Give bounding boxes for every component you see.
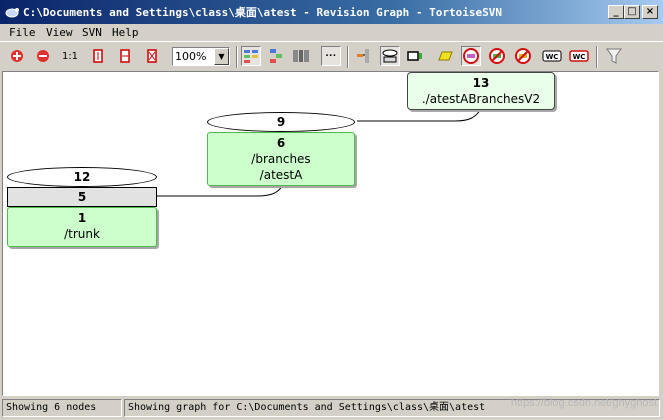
filter-renamed-button[interactable] (487, 46, 507, 66)
revision-graph-canvas[interactable]: 13 ./atestABranchesV2 9 6 /branches /ate… (2, 71, 659, 396)
funnel-icon (606, 48, 622, 64)
title-bar[interactable]: C:\Documents and Settings\class\桌面\atest… (0, 0, 663, 24)
zoom-value: 100% (175, 50, 207, 63)
zoom-fit-window-button[interactable] (142, 46, 162, 66)
tag-node-12[interactable]: 12 (7, 167, 157, 187)
revision-number: 1 (77, 211, 87, 225)
show-head-button[interactable] (354, 46, 374, 66)
tag-ellipse-icon (382, 49, 398, 63)
highlight-icon (438, 51, 453, 61)
watermark-text: https://blog.csdn.net/ghyghost (510, 397, 657, 409)
node-path: /atestA (259, 168, 303, 182)
menu-view[interactable]: View (46, 26, 73, 39)
tree-compact-icon (357, 49, 369, 63)
svg-text:WC: WC (546, 53, 559, 61)
show-working-copy-button[interactable] (405, 46, 425, 66)
close-button[interactable]: × (642, 5, 658, 19)
menu-file[interactable]: File (9, 26, 36, 39)
toolbar-separator (347, 46, 349, 68)
minus-circle-icon (37, 50, 49, 62)
fit-window-icon (147, 49, 157, 63)
chevron-down-icon[interactable]: ▼ (214, 48, 229, 65)
no-entry-icon (515, 48, 531, 64)
maximize-button[interactable]: □ (624, 5, 640, 19)
revision-node-6[interactable]: 6 /branches /atestA (207, 132, 355, 186)
toolbar-separator (236, 46, 238, 68)
filter-button[interactable] (604, 46, 624, 66)
show-tags-button[interactable] (380, 46, 400, 66)
toolbar-separator (596, 46, 598, 68)
oldest-on-top-icon (270, 49, 282, 63)
minimize-button[interactable]: _ (608, 5, 624, 19)
revision-node-5[interactable]: 5 (7, 187, 157, 207)
group-branches-icon (244, 50, 258, 63)
status-node-count: Showing 6 nodes (2, 399, 122, 417)
filter-deleted-button[interactable] (461, 46, 481, 66)
filter-modified-button[interactable] (513, 46, 533, 66)
more-options-button[interactable]: ··· (321, 46, 341, 66)
svg-text:WC: WC (573, 53, 586, 61)
fit-height-icon (93, 49, 103, 63)
node-path: /trunk (64, 227, 100, 241)
tortoisesvn-app-icon (5, 8, 19, 18)
revision-node-13[interactable]: 13 ./atestABranchesV2 (407, 72, 555, 110)
zoom-in-button[interactable] (7, 46, 27, 66)
group-branches-button[interactable] (241, 46, 261, 66)
oldest-on-top-button[interactable] (266, 46, 286, 66)
zoom-fit-width-button[interactable] (115, 46, 135, 66)
revision-number: 13 (472, 76, 490, 90)
node-path: ./atestABranchesV2 (421, 92, 541, 106)
menu-bar: File View SVN Help (0, 24, 663, 41)
align-trees-button[interactable] (291, 46, 311, 66)
zoom-original-button[interactable]: 1:1 (60, 46, 80, 66)
zoom-fit-height-button[interactable] (88, 46, 108, 66)
align-trees-icon (293, 50, 309, 62)
toolbar: 1:1 100% ▼ ··· WC WC (0, 41, 663, 72)
menu-svn[interactable]: SVN (82, 26, 102, 39)
revision-node-1[interactable]: 1 /trunk (7, 207, 157, 247)
wc-icon: WC (542, 50, 562, 62)
zoom-out-button[interactable] (33, 46, 53, 66)
node-path: /branches (251, 152, 311, 166)
zoom-select[interactable]: 100% ▼ (172, 47, 230, 66)
working-copy-icon (407, 51, 422, 61)
window-title: C:\Documents and Settings\class\桌面\atest… (23, 6, 502, 19)
wc-red-icon: WC (569, 50, 589, 62)
show-wc-modification-button[interactable]: WC (542, 46, 562, 66)
plus-circle-icon (11, 50, 23, 62)
no-entry-icon (489, 48, 505, 64)
show-wc-revision-button[interactable]: WC (569, 46, 589, 66)
menu-help[interactable]: Help (112, 26, 139, 39)
tag-node-9[interactable]: 9 (207, 112, 355, 132)
highlight-button[interactable] (435, 46, 455, 66)
revision-number: 6 (276, 136, 286, 150)
no-entry-icon (463, 48, 479, 64)
fit-width-icon (120, 49, 130, 63)
